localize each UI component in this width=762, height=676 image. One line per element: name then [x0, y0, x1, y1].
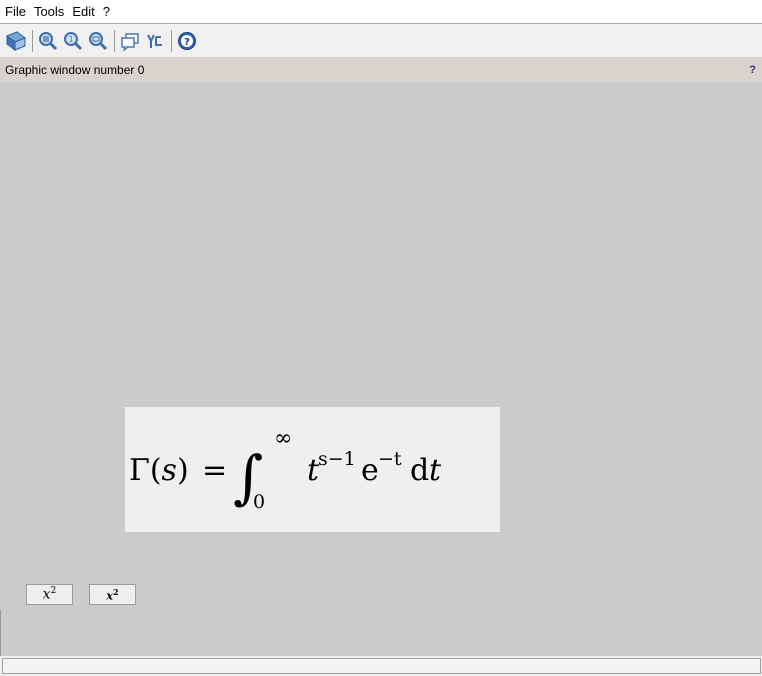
menu-file[interactable]: File: [4, 4, 27, 19]
status-field: [2, 658, 761, 674]
paren-open: (: [150, 453, 162, 488]
exponent-minus-t: −t: [378, 448, 402, 470]
menu-tools[interactable]: Tools: [33, 4, 65, 19]
zoom-in-button[interactable]: [36, 29, 60, 53]
toolbar-separator: [171, 30, 172, 52]
zoom-original-icon: 1: [64, 32, 83, 51]
svg-text:Γ(s): Γ(s): [129, 453, 189, 488]
latex-button-label: x2: [42, 586, 57, 603]
gamma-symbol: Γ: [129, 453, 150, 488]
equals-sign: =: [202, 453, 227, 488]
integral-upper-limit: ∞: [274, 426, 292, 451]
info-bar: Graphic window number 0 ?: [0, 57, 762, 82]
datatip-icon: [121, 33, 139, 51]
euler-e: e: [361, 453, 379, 488]
exponent-s-minus-1: s−1: [318, 448, 356, 470]
menu-bar: File Tools Edit ?: [0, 0, 762, 24]
svg-text:?: ?: [184, 37, 190, 48]
canvas-divider: [0, 610, 1, 656]
formula-box: Γ(s) = ∫ ∞ 0 t s−1 e −t d t: [125, 407, 500, 532]
graphic-window-title: Graphic window number 0: [5, 62, 145, 77]
variable-t-2: t: [429, 453, 442, 488]
integral-lower-limit: 0: [253, 491, 265, 513]
svg-text:1: 1: [68, 35, 73, 44]
toolbar-separator: [32, 30, 33, 52]
datatip-button[interactable]: [118, 29, 142, 53]
help-icon: ?: [178, 32, 196, 50]
toolbar-separator: [114, 30, 115, 52]
rotate-button[interactable]: [4, 29, 28, 53]
help-button[interactable]: ?: [175, 29, 199, 53]
zoom-area-icon: [89, 32, 108, 51]
differential-d: d: [410, 453, 429, 488]
paren-close: ): [177, 453, 189, 488]
mathml-button-label: x2: [106, 586, 119, 603]
datatip-manager-icon: [147, 34, 162, 48]
zoom-original-button[interactable]: 1: [61, 29, 85, 53]
gamma-formula: Γ(s) = ∫ ∞ 0 t s−1 e −t d t: [129, 426, 442, 513]
variable-s: s: [162, 453, 177, 488]
graphic-canvas[interactable]: Γ(s) = ∫ ∞ 0 t s−1 e −t d t x2 x2: [0, 82, 762, 656]
info-help-icon[interactable]: ?: [749, 64, 756, 76]
rotate-icon: [5, 31, 27, 51]
zoom-in-icon: [39, 32, 58, 51]
mathml-x-squared-button[interactable]: x2: [89, 584, 136, 605]
status-bar: [0, 656, 762, 676]
menu-help[interactable]: ?: [102, 4, 111, 19]
datatip-manager-button[interactable]: [143, 29, 167, 53]
zoom-area-button[interactable]: [86, 29, 110, 53]
menu-edit[interactable]: Edit: [71, 4, 95, 19]
latex-x-squared-button[interactable]: x2: [26, 584, 73, 605]
toolbar: 1 ?: [0, 25, 762, 57]
